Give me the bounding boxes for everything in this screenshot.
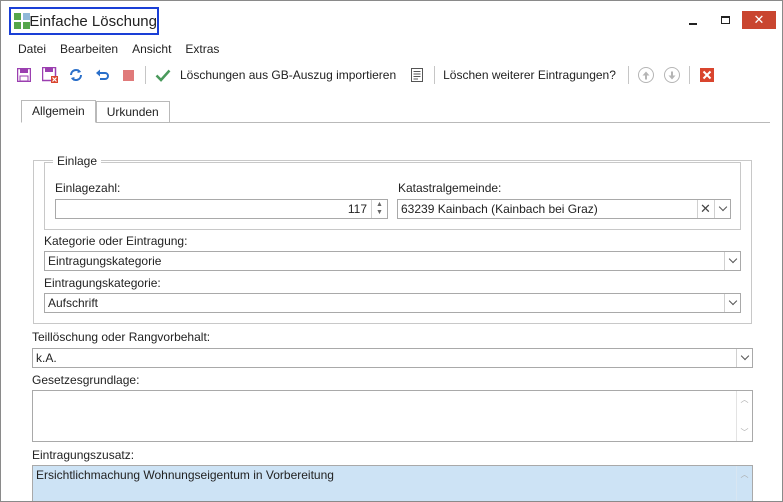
checkmark-icon — [155, 69, 171, 82]
tab-strip: Allgemein Urkunden — [21, 100, 170, 123]
app-icon — [14, 13, 30, 29]
document-list-icon — [411, 68, 424, 82]
close-button[interactable]: ✕ — [742, 11, 776, 29]
einlage-group — [44, 162, 741, 230]
title-bar: Einfache Löschung ✕ — [1, 1, 782, 37]
gesetzesgrundlage-scrollbar[interactable]: ︿ ﹀ — [736, 391, 752, 441]
clear-button[interactable]: ✕ — [697, 200, 713, 218]
katastral-label: Katastralgemeinde: — [398, 181, 502, 195]
arrow-up-circle-icon — [637, 67, 654, 83]
import-button[interactable]: Löschungen aus GB-Auszug importieren — [180, 68, 396, 82]
eintragungszusatz-value: Ersichtlichmachung Wohnungseigentum in V… — [36, 468, 334, 482]
menu-datei[interactable]: Datei — [11, 40, 53, 58]
refresh-button[interactable] — [67, 66, 85, 84]
einlagezahl-spinner[interactable]: ▲ ▼ — [371, 200, 387, 218]
teilloeschung-dropdown-button[interactable] — [736, 349, 752, 367]
eintragungskategorie-label: Eintragungskategorie: — [44, 276, 161, 290]
katastral-dropdown-button[interactable] — [714, 200, 730, 218]
toolbar: Löschungen aus GB-Auszug importieren Lös… — [15, 64, 724, 86]
clear-icon: ✕ — [700, 201, 711, 216]
delete-button[interactable] — [698, 66, 716, 84]
window-title: Einfache Löschung — [29, 12, 157, 30]
minimize-icon — [689, 23, 697, 25]
move-up-button[interactable] — [637, 66, 655, 84]
einlagezahl-value: 117 — [347, 202, 367, 216]
eintragungskategorie-select[interactable]: Aufschrift — [44, 293, 741, 313]
tab-urkunden[interactable]: Urkunden — [95, 101, 170, 123]
document-list-button[interactable] — [408, 66, 426, 84]
delete-more-button[interactable]: Löschen weiterer Eintragungen? — [443, 68, 616, 82]
einlage-legend: Einlage — [53, 154, 102, 168]
eintragungskategorie-value: Aufschrift — [48, 296, 99, 310]
spin-down-icon: ▼ — [376, 209, 383, 216]
toolbar-separator — [145, 66, 146, 84]
teilloeschung-label: Teillöschung oder Rangvorbehalt: — [32, 330, 211, 344]
eintragungszusatz-label: Eintragungszusatz: — [32, 448, 135, 462]
scroll-down-icon: ﹀ — [740, 428, 749, 437]
gesetzesgrundlage-label: Gesetzesgrundlage: — [32, 373, 140, 387]
title-highlight: Einfache Löschung — [9, 7, 159, 35]
menu-bearbeiten[interactable]: Bearbeiten — [53, 40, 125, 58]
teilloeschung-select[interactable]: k.A. — [32, 348, 753, 368]
maximize-icon — [720, 16, 730, 24]
toolbar-separator — [688, 66, 690, 84]
chevron-down-icon — [740, 351, 749, 361]
undo-button[interactable] — [93, 66, 111, 84]
save-close-icon — [42, 67, 58, 83]
eintragungskategorie-dropdown-button[interactable] — [724, 294, 740, 312]
minimize-button[interactable] — [678, 11, 708, 29]
kategorie-dropdown-button[interactable] — [724, 252, 740, 270]
einlagezahl-label: Einlagezahl: — [55, 181, 121, 195]
chevron-down-icon — [728, 296, 737, 306]
menu-bar: Datei Bearbeiten Ansicht Extras — [11, 40, 226, 58]
undo-icon — [96, 69, 109, 80]
kategorie-value: Eintragungskategorie — [48, 254, 162, 268]
arrow-down-circle-icon — [663, 67, 680, 83]
spin-up-icon: ▲ — [376, 201, 383, 208]
main-window: Einfache Löschung ✕ Datei Bearbeiten Ans… — [0, 0, 783, 502]
chevron-down-icon — [728, 254, 737, 264]
close-icon: ✕ — [753, 12, 765, 27]
einlagezahl-input[interactable]: 117 ▲ ▼ — [55, 199, 388, 219]
gesetzesgrundlage-textarea[interactable]: ︿ ﹀ — [32, 390, 753, 442]
maximize-button[interactable] — [710, 11, 740, 29]
menu-extras[interactable]: Extras — [178, 40, 226, 58]
kategorie-select[interactable]: Eintragungskategorie — [44, 251, 741, 271]
close-red-icon — [699, 68, 714, 82]
eintragungszusatz-textarea[interactable]: Ersichtlichmachung Wohnungseigentum in V… — [32, 465, 753, 501]
stop-button[interactable] — [119, 66, 137, 84]
save-close-button[interactable] — [41, 66, 59, 84]
move-down-button[interactable] — [663, 66, 681, 84]
menu-ansicht[interactable]: Ansicht — [125, 40, 178, 58]
save-button[interactable] — [15, 66, 33, 84]
refresh-icon — [70, 69, 82, 81]
import-button-icon[interactable] — [154, 66, 172, 84]
teilloeschung-value: k.A. — [36, 351, 57, 365]
katastral-value: 63239 Kainbach (Kainbach bei Graz) — [401, 202, 598, 216]
kategorie-label: Kategorie oder Eintragung: — [44, 234, 188, 248]
scroll-up-icon: ︿ — [740, 395, 749, 404]
save-icon — [17, 68, 31, 82]
eintragungszusatz-scrollbar[interactable]: ︿ — [736, 466, 752, 501]
tab-allgemein[interactable]: Allgemein — [21, 100, 96, 123]
toolbar-separator — [627, 66, 629, 84]
toolbar-separator — [434, 66, 436, 84]
scroll-up-icon: ︿ — [740, 470, 749, 479]
chevron-down-icon — [718, 202, 727, 212]
katastral-combobox[interactable]: 63239 Kainbach (Kainbach bei Graz) ✕ — [397, 199, 731, 219]
window-controls: ✕ — [676, 11, 776, 29]
stop-icon — [122, 69, 134, 81]
